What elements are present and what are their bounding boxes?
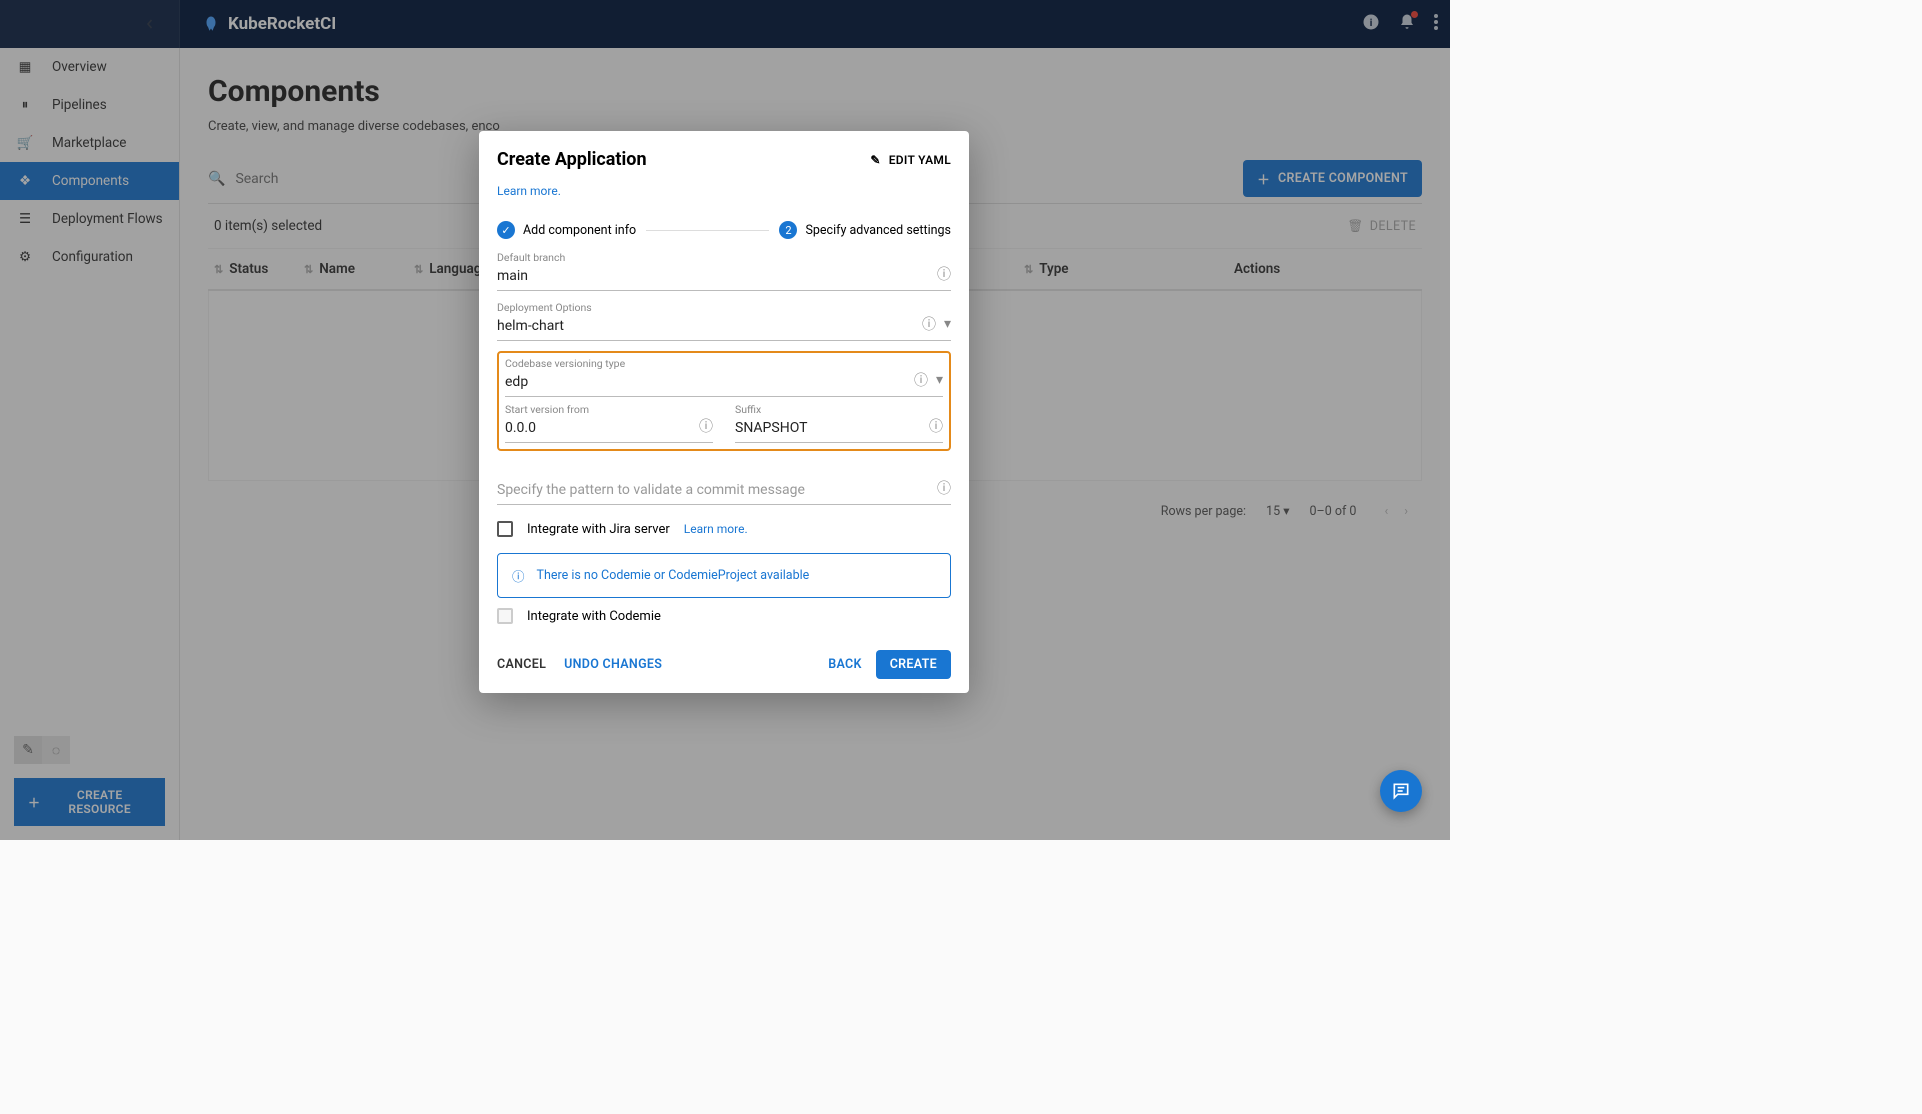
jira-label: Integrate with Jira server [527,522,670,537]
alert-text: There is no Codemie or CodemieProject av… [537,568,810,583]
info-icon[interactable]: ⓘ [699,416,713,436]
field-label: Deployment Options [497,301,592,314]
info-icon[interactable]: ⓘ [937,478,951,498]
field-label: Start version from [505,403,589,416]
chevron-down-icon[interactable]: ▾ [944,316,951,332]
field-label: Default branch [497,251,565,264]
default-branch-field[interactable]: Default branch main ⓘ [497,251,951,291]
back-button[interactable]: BACK [828,657,861,672]
step-number: 2 [779,221,797,239]
stepper: ✓Add component info 2Specify advanced se… [497,221,951,239]
pencil-icon: ✎ [870,153,880,167]
jira-learn-more-link[interactable]: Learn more. [684,522,748,536]
create-button[interactable]: CREATE [876,650,951,679]
edit-yaml-button[interactable]: ✎EDIT YAML [870,153,951,167]
check-icon: ✓ [497,221,515,239]
info-icon[interactable]: ⓘ [914,370,928,390]
info-icon: ⓘ [512,566,525,585]
learn-more-link[interactable]: Learn more. [497,184,561,198]
undo-changes-button[interactable]: UNDO CHANGES [564,657,662,672]
codebase-versioning-field[interactable]: Codebase versioning type edp ⓘ ▾ [505,357,943,397]
info-icon[interactable]: ⓘ [922,314,936,334]
step-2[interactable]: 2Specify advanced settings [779,221,951,239]
field-value: 0.0.0 [505,417,713,442]
info-icon[interactable]: ⓘ [929,416,943,436]
create-application-dialog: Create Application ✎EDIT YAML Learn more… [479,131,969,693]
field-label: Codebase versioning type [505,357,625,370]
field-value: helm-chart [497,315,951,340]
codemie-checkbox [497,608,513,624]
field-placeholder: Specify the pattern to validate a commit… [497,479,951,504]
start-version-field[interactable]: Start version from 0.0.0 ⓘ [505,403,713,443]
chat-icon [1391,781,1411,801]
codemie-label: Integrate with Codemie [527,609,661,624]
field-value: main [497,265,951,290]
commit-pattern-field[interactable]: Specify the pattern to validate a commit… [497,465,951,505]
deployment-options-field[interactable]: Deployment Options helm-chart ⓘ ▾ [497,301,951,341]
cancel-button[interactable]: CANCEL [497,657,546,672]
dialog-title: Create Application [497,149,647,170]
step-1[interactable]: ✓Add component info [497,221,636,239]
jira-checkbox[interactable] [497,521,513,537]
chevron-down-icon[interactable]: ▾ [936,372,943,388]
codemie-alert: ⓘ There is no Codemie or CodemieProject … [497,553,951,598]
suffix-field[interactable]: Suffix SNAPSHOT ⓘ [735,403,943,443]
field-value: SNAPSHOT [735,417,943,442]
chat-fab[interactable] [1380,770,1422,812]
info-icon[interactable]: ⓘ [937,264,951,284]
field-label: Suffix [735,403,761,416]
field-value: edp [505,371,943,396]
versioning-highlight: Codebase versioning type edp ⓘ ▾ Start ve… [497,351,951,451]
